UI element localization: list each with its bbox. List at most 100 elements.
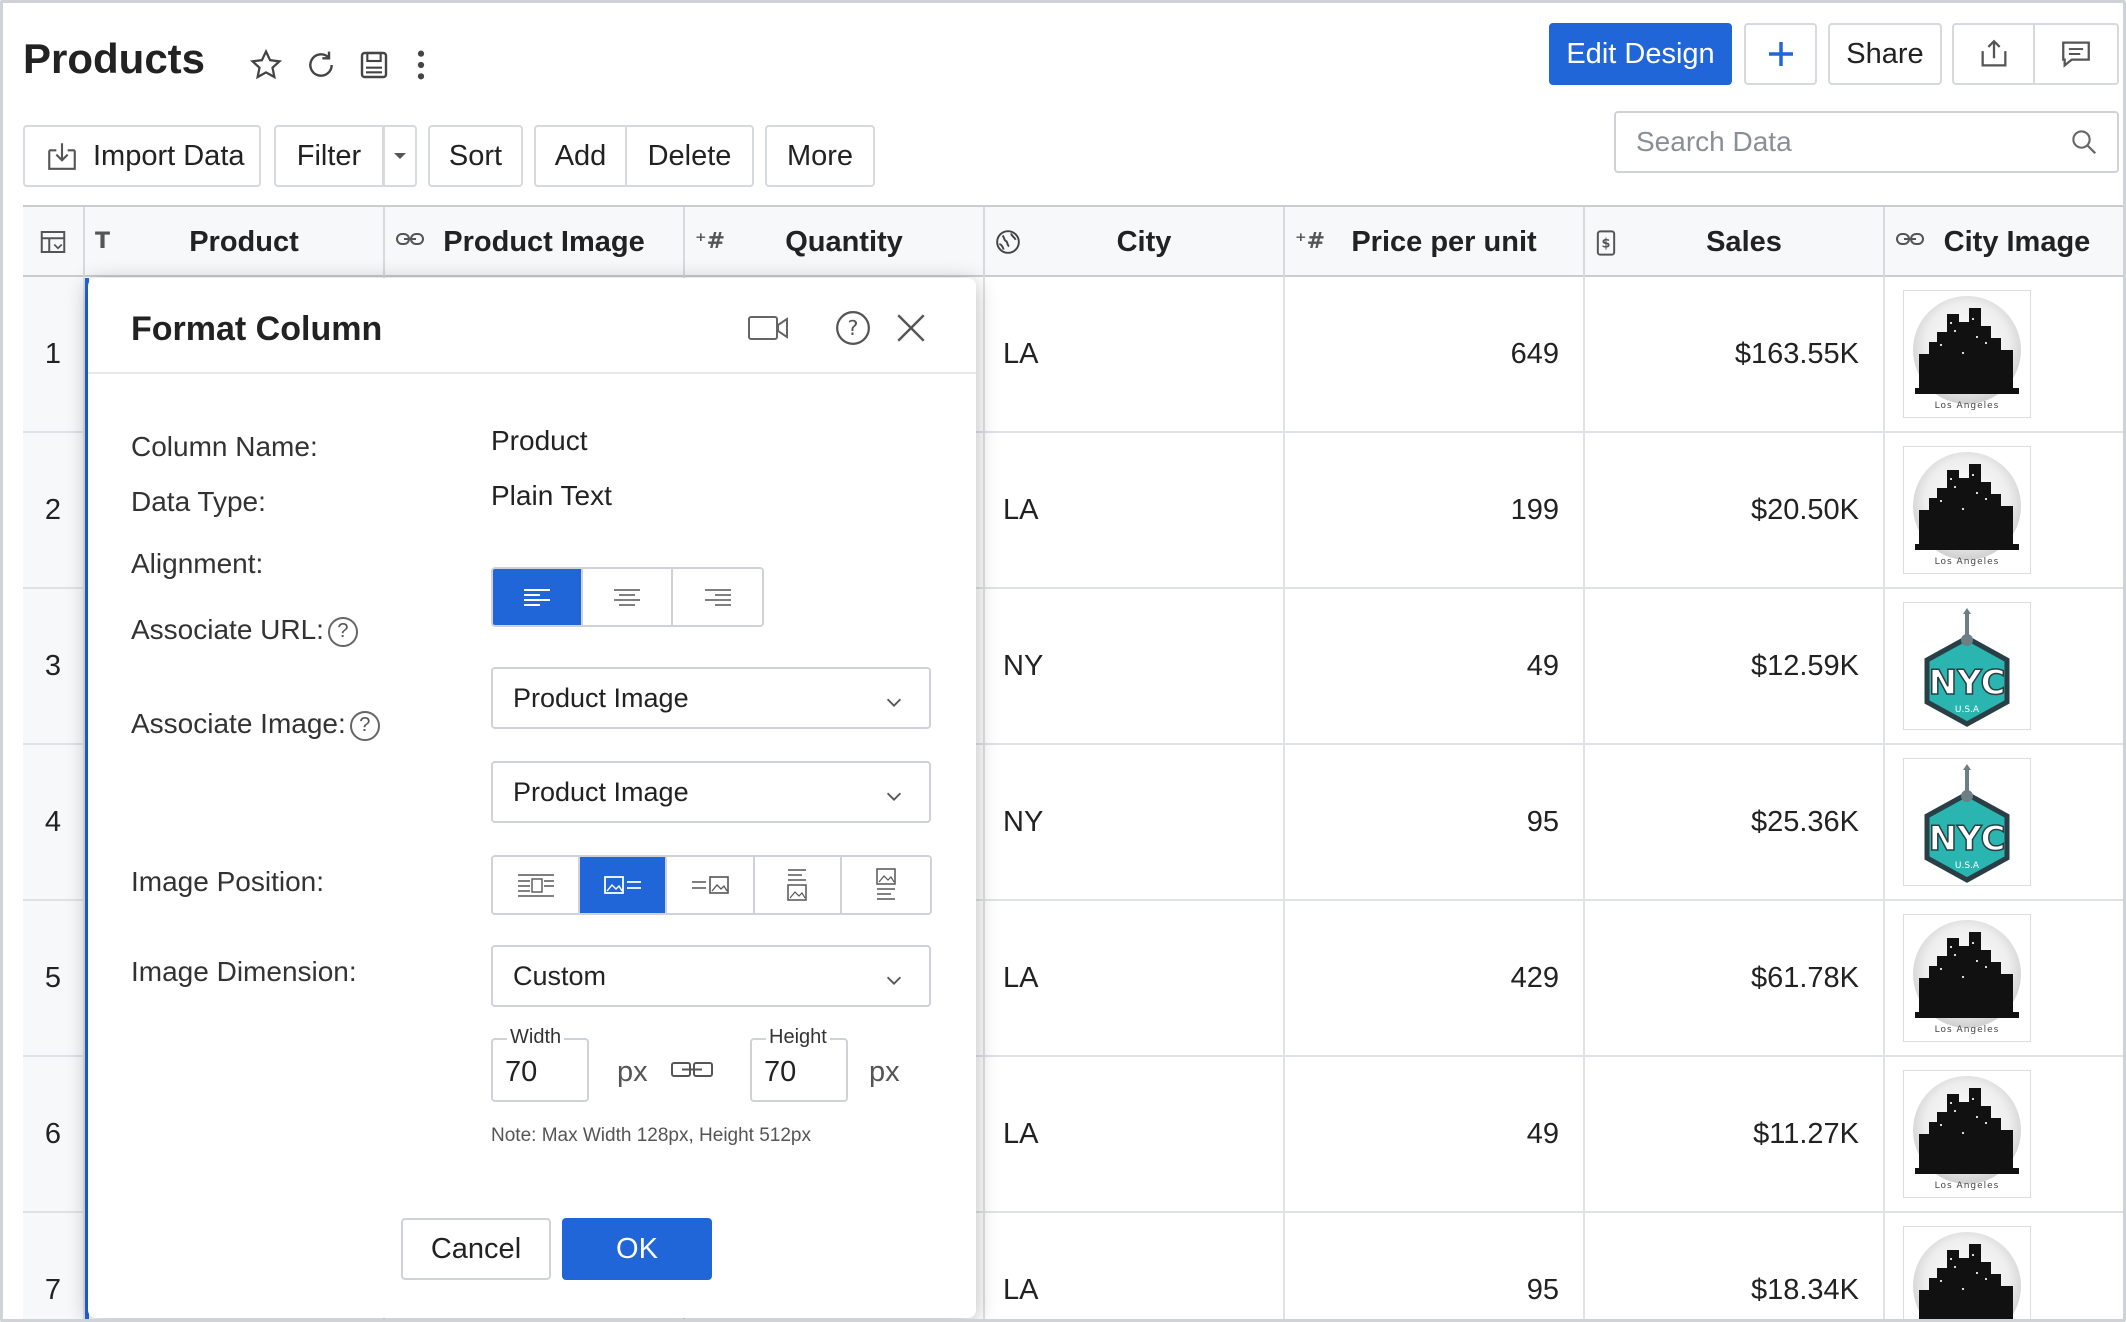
column-header-quantity[interactable]: ⁺# Quantity [685,207,985,277]
more-vertical-icon[interactable] [401,45,441,85]
cell-price[interactable]: 95 [1285,745,1585,899]
share-button[interactable]: Share [1828,23,1942,85]
cell-city[interactable]: LA [985,277,1285,431]
cell-city-image[interactable]: NYC U.S.A [1885,589,2123,743]
cell-sales[interactable]: $163.55K [1585,277,1885,431]
close-icon[interactable] [889,306,933,350]
sort-button[interactable]: Sort [428,125,523,187]
cell-city-image[interactable]: Los Angeles [1885,277,2123,431]
video-icon[interactable] [746,306,790,350]
cell-city[interactable]: NY [985,745,1285,899]
cell-city[interactable]: LA [985,1057,1285,1211]
height-input[interactable]: Height 70 [750,1026,848,1102]
column-header-product[interactable]: T Product [85,207,385,277]
city-image-thumbnail[interactable]: Los Angeles [1903,290,2031,418]
cell-city-image[interactable]: Los Angeles [1885,1213,2123,1319]
image-position-left-button[interactable] [580,857,668,913]
help-circle-icon[interactable]: ? [327,616,358,647]
cell-city-image[interactable]: Los Angeles [1885,901,2123,1055]
image-dimension-select[interactable]: Custom [491,945,931,1007]
cell-sales[interactable]: $25.36K [1585,745,1885,899]
add-row-button[interactable]: Add [534,125,627,187]
align-right-button[interactable] [673,569,762,625]
associate-image-select[interactable]: Product Image [491,761,931,823]
cell-price[interactable]: 199 [1285,433,1585,587]
row-number[interactable]: 5 [23,901,85,1055]
column-header-price[interactable]: ⁺# Price per unit [1285,207,1585,277]
column-name-label: Column Name: [131,431,318,462]
image-bottom-icon [787,869,807,901]
comments-button[interactable] [2033,23,2119,85]
align-left-button[interactable] [493,569,583,625]
cell-city[interactable]: LA [985,901,1285,1055]
row-number[interactable]: 3 [23,589,85,743]
star-icon[interactable] [246,45,286,85]
cell-city-image[interactable]: Los Angeles [1885,433,2123,587]
cell-price[interactable]: 429 [1285,901,1585,1055]
filter-button[interactable]: Filter [274,125,384,187]
cell-city[interactable]: LA [985,1213,1285,1319]
city-image-thumbnail[interactable]: NYC U.S.A [1903,758,2031,886]
link-dimensions-icon[interactable] [670,1058,714,1087]
cell-city[interactable]: NY [985,589,1285,743]
cell-price[interactable]: 95 [1285,1213,1585,1319]
cell-price-text: 199 [1510,493,1559,526]
row-number[interactable]: 7 [23,1213,85,1319]
column-header-city[interactable]: City [985,207,1285,277]
ok-button[interactable]: OK [562,1218,712,1280]
cell-sales[interactable]: $61.78K [1585,901,1885,1055]
help-circle-icon[interactable]: ? [349,710,380,741]
search-placeholder: Search Data [1636,126,1792,157]
save-icon[interactable] [354,45,394,85]
row-number[interactable]: 1 [23,277,85,431]
search-icon[interactable] [2069,127,2099,164]
help-icon[interactable]: ? [831,306,875,350]
cell-city[interactable]: LA [985,433,1285,587]
city-image-thumbnail[interactable]: Los Angeles [1903,446,2031,574]
import-data-button[interactable]: Import Data [23,125,261,187]
align-right-icon [704,589,731,606]
delete-row-button[interactable]: Delete [625,125,754,187]
row-selector-header[interactable] [23,207,85,277]
cell-city-image[interactable]: Los Angeles [1885,1057,2123,1211]
image-position-bottom-button[interactable] [754,857,842,913]
cell-sales[interactable]: $11.27K [1585,1057,1885,1211]
image-position-inline-button[interactable] [493,857,581,913]
city-image-thumbnail[interactable]: Los Angeles [1903,914,2031,1042]
associate-url-select[interactable]: Product Image [491,667,931,729]
image-position-top-button[interactable] [841,857,930,913]
search-input[interactable]: Search Data [1614,111,2119,173]
image-position-right-button[interactable] [667,857,755,913]
export-button[interactable] [1952,23,2035,85]
data-type-value: Plain Text [491,480,612,511]
cell-city-image[interactable]: NYC U.S.A [1885,745,2123,899]
cell-sales[interactable]: $18.34K [1585,1213,1885,1319]
row-number[interactable]: 6 [23,1057,85,1211]
add-view-button[interactable] [1744,23,1817,85]
edit-design-button[interactable]: Edit Design [1549,23,1732,85]
column-header-sales[interactable]: $ Sales [1585,207,1885,277]
city-image-thumbnail[interactable]: Los Angeles [1903,1226,2031,1319]
row-number[interactable]: 4 [23,745,85,899]
column-header-city-image[interactable]: City Image [1885,207,2123,277]
city-image-thumbnail[interactable]: Los Angeles [1903,1070,2031,1198]
city-image-thumbnail[interactable]: NYC U.S.A [1903,602,2031,730]
cell-price[interactable]: 649 [1285,277,1585,431]
row-number[interactable]: 2 [23,433,85,587]
cell-price[interactable]: 49 [1285,1057,1585,1211]
format-column-dialog: Format Column ? Column Name: Product Dat… [88,278,976,1318]
column-label: Price per unit [1351,225,1537,258]
cell-price-text: 49 [1526,1117,1559,1150]
row-number-text: 2 [44,493,62,526]
cancel-button[interactable]: Cancel [401,1218,551,1280]
filter-dropdown-button[interactable] [383,125,417,187]
height-caption: Height [766,1026,830,1049]
refresh-icon[interactable] [301,45,341,85]
column-header-product-image[interactable]: Product Image [385,207,685,277]
align-center-button[interactable] [583,569,673,625]
cell-price[interactable]: 49 [1285,589,1585,743]
more-button[interactable]: More [765,125,875,187]
cell-sales[interactable]: $12.59K [1585,589,1885,743]
width-input[interactable]: Width 70 [491,1026,589,1102]
cell-sales[interactable]: $20.50K [1585,433,1885,587]
